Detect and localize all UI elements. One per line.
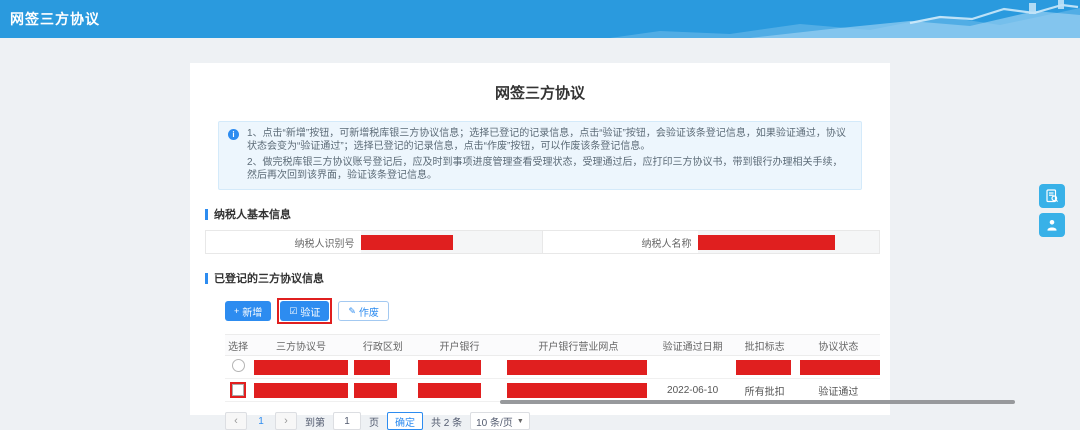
- chevron-left-icon: ‹: [234, 415, 238, 427]
- col-header-deduct-flag: 批扣标志: [732, 334, 797, 356]
- taxpayer-name-value: [697, 231, 879, 253]
- current-page[interactable]: 1: [255, 416, 267, 427]
- verify-button-label: 验证: [300, 307, 321, 319]
- floating-toolbar: [1039, 184, 1065, 237]
- app-header: 网签三方协议: [0, 0, 1080, 38]
- horizontal-scrollbar[interactable]: [500, 400, 1015, 404]
- goto-label: 到第: [305, 417, 325, 429]
- redacted-cell: [254, 382, 348, 398]
- confirm-page-button[interactable]: 确定: [387, 412, 423, 430]
- prev-page-button[interactable]: ‹: [225, 412, 247, 430]
- col-header-status: 协议状态: [796, 334, 880, 356]
- goto-page-input[interactable]: [333, 412, 361, 430]
- redacted-cell: [353, 382, 397, 398]
- section-taxpayer-title: 纳税人基本信息: [214, 209, 291, 221]
- add-button[interactable]: + 新增: [225, 301, 272, 321]
- plus-icon: +: [234, 305, 240, 316]
- table-row-2[interactable]: 2022-06-10 所有批扣 验证通过: [225, 378, 880, 402]
- col-header-agreement-no: 三方协议号: [251, 334, 351, 356]
- col-header-bank: 开户银行: [414, 334, 504, 356]
- redacted-taxpayer-id: [360, 234, 453, 250]
- taxpayer-name-cell: 纳税人名称: [542, 231, 879, 253]
- verify-highlight-annotation: ☑ 验证: [277, 298, 333, 324]
- agreements-table: 选择 三方协议号 行政区划 开户银行 开户银行营业网点 验证通过日期 批扣标志 …: [225, 334, 1015, 404]
- redacted-taxpayer-name: [697, 234, 835, 250]
- great-wall-decoration: [610, 0, 1080, 38]
- page-unit-label: 页: [369, 417, 379, 429]
- page-size-select[interactable]: 10 条/页 ▼: [470, 412, 530, 430]
- taxpayer-info-row: 纳税人识别号 纳税人名称: [205, 230, 880, 254]
- col-header-region: 行政区划: [350, 334, 415, 356]
- redacted-cell: [417, 359, 482, 375]
- pagination: ‹ 1 › 到第 页 确定 共 2 条 10 条/页 ▼: [225, 412, 875, 430]
- row2-verify-date: 2022-06-10: [652, 378, 733, 402]
- table-row-1[interactable]: [225, 355, 880, 379]
- redacted-cell: [735, 359, 791, 375]
- document-search-icon: [1046, 189, 1059, 203]
- taxpayer-id-value: [360, 231, 542, 253]
- notice-line-2: 2、做完税库银三方协议账号登记后，应及时到事项进度管理查看受理状态，受理通过后，…: [247, 157, 843, 181]
- section-taxpayer-info: 纳税人基本信息: [205, 206, 875, 222]
- redacted-cell: [799, 359, 880, 375]
- void-button[interactable]: ✎ 作废: [338, 301, 389, 321]
- main-panel: 网签三方协议 i 1、点击“新增”按钮，可新增税库银三方协议信息；选择已登记的记…: [190, 63, 1015, 430]
- void-button-label: 作废: [358, 307, 379, 319]
- document-search-fab[interactable]: [1039, 184, 1065, 208]
- col-header-select: 选择: [225, 334, 252, 356]
- redacted-cell: [353, 359, 391, 375]
- col-header-bank-branch: 开户银行营业网点: [504, 334, 653, 356]
- user-guide-fab[interactable]: [1039, 213, 1065, 237]
- taxpayer-id-cell: 纳税人识别号: [206, 231, 542, 253]
- checkbox-highlight-annotation: [230, 381, 247, 398]
- notice-box: i 1、点击“新增”按钮，可新增税库银三方协议信息；选择已登记的记录信息，点击“…: [218, 121, 862, 190]
- row2-checkbox[interactable]: [232, 383, 245, 396]
- section-agreements-title: 已登记的三方协议信息: [214, 273, 324, 285]
- chevron-right-icon: ›: [284, 415, 288, 427]
- person-icon: [1047, 220, 1057, 231]
- info-icon: i: [228, 129, 239, 140]
- taxpayer-name-label: 纳税人名称: [641, 238, 692, 250]
- toolbar: + 新增 ☑ 验证 ✎ 作废: [225, 298, 875, 324]
- page-size-value: 10 条/页: [476, 417, 513, 429]
- next-page-button[interactable]: ›: [275, 412, 297, 430]
- notice-line-1: 1、点击“新增”按钮，可新增税库银三方协议信息；选择已登记的记录信息，点击“验证…: [247, 128, 846, 152]
- redacted-cell: [254, 359, 348, 375]
- section-bar: [205, 272, 208, 284]
- row1-radio[interactable]: [231, 359, 245, 372]
- add-button-label: 新增: [242, 307, 263, 319]
- total-count: 共 2 条: [431, 417, 463, 429]
- verify-button[interactable]: ☑ 验证: [280, 301, 330, 321]
- taxpayer-id-label: 纳税人识别号: [294, 238, 355, 250]
- redacted-cell: [417, 382, 482, 398]
- table-header-row: 选择 三方协议号 行政区划 开户银行 开户银行营业网点 验证通过日期 批扣标志 …: [225, 334, 880, 356]
- page-title: 网签三方协议: [494, 85, 585, 102]
- app-header-title: 网签三方协议: [10, 11, 100, 27]
- redacted-cell: [507, 359, 647, 375]
- verify-check-icon: ☑: [289, 305, 298, 316]
- col-header-verify-date: 验证通过日期: [652, 334, 733, 356]
- redacted-cell: [507, 382, 647, 398]
- section-registered-agreements: 已登记的三方协议信息: [205, 270, 875, 286]
- row2-deduct-flag: 所有批扣: [732, 378, 797, 402]
- pencil-icon: ✎: [348, 305, 356, 316]
- section-bar: [205, 208, 208, 220]
- row1-verify-date: [652, 355, 733, 379]
- row2-status: 验证通过: [796, 378, 880, 402]
